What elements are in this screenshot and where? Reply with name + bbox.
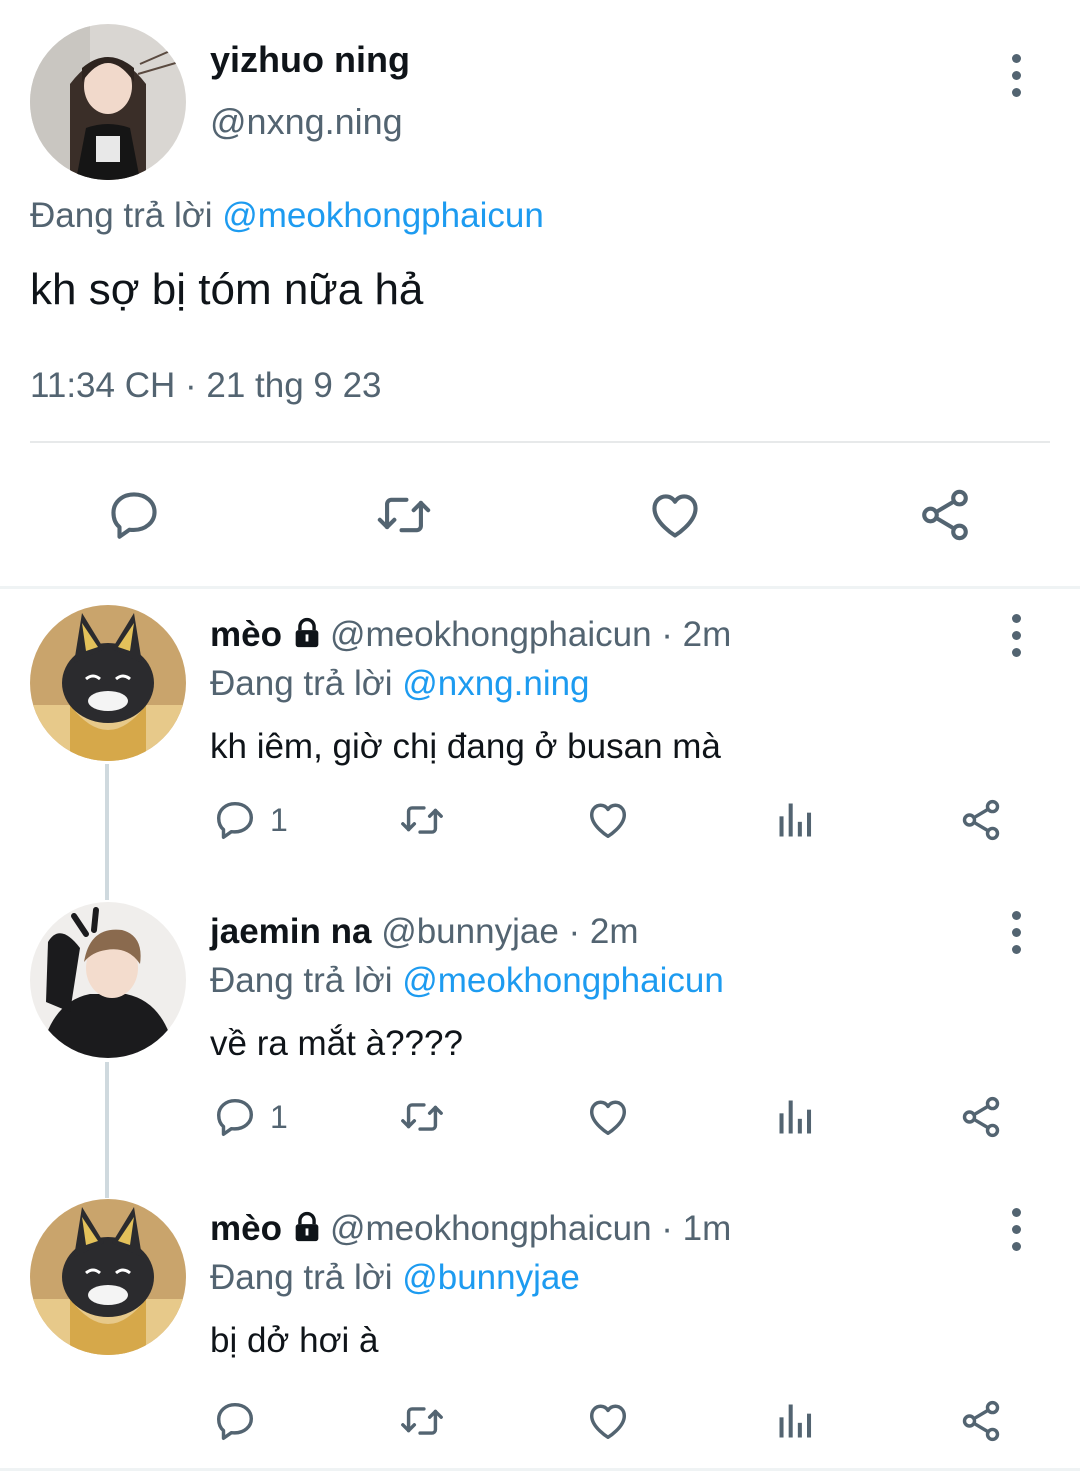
- reply-tweet[interactable]: mèo @meokhongphaicun · 1m Đang trả lời @b…: [0, 1199, 1080, 1464]
- share-button[interactable]: [958, 785, 1004, 855]
- views-button[interactable]: [774, 785, 818, 855]
- retweet-icon: [401, 806, 443, 834]
- views-button[interactable]: [774, 1386, 818, 1456]
- like-button[interactable]: [584, 1082, 632, 1152]
- share-button[interactable]: [958, 1082, 1004, 1152]
- analytics-icon: [779, 1100, 812, 1134]
- main-action-bar: [0, 470, 1080, 560]
- tweet-timestamp[interactable]: 11:34 CH · 21 thg 9 23: [30, 364, 382, 408]
- replying-prefix: Đang trả lời: [210, 1258, 393, 1297]
- more-options-icon[interactable]: [996, 1199, 1036, 1259]
- replying-to-line: Đang trả lời @meokhongphaicun: [210, 959, 724, 1003]
- avatar-meo[interactable]: [30, 605, 186, 761]
- divider: [30, 441, 1050, 443]
- avatar-jaemin-na[interactable]: [30, 902, 186, 1058]
- retweet-icon: [401, 1407, 443, 1435]
- replying-to-link[interactable]: @meokhongphaicun: [222, 196, 544, 235]
- lock-icon: [290, 1210, 324, 1255]
- reply-count: 1: [270, 801, 288, 838]
- share-button[interactable]: [958, 1386, 1004, 1456]
- tweet-text: kh sợ bị tóm nữa hả: [30, 265, 424, 314]
- section-separator: [0, 586, 1080, 589]
- main-tweet: yizhuo ning @nxng.ning Đang trả lời @meo…: [0, 0, 1080, 588]
- replying-prefix: Đang trả lời: [30, 196, 213, 235]
- retweet-button[interactable]: [396, 1082, 448, 1152]
- reply-time[interactable]: · 2m: [661, 615, 731, 654]
- analytics-icon: [779, 1404, 812, 1438]
- author-handle[interactable]: @nxng.ning: [210, 100, 403, 144]
- reply-header: jaemin na @bunnyjae · 2m: [210, 910, 639, 954]
- like-icon: [589, 803, 627, 839]
- author-name[interactable]: jaemin na: [210, 912, 371, 951]
- like-button[interactable]: [584, 785, 632, 855]
- like-icon: [652, 494, 698, 538]
- share-button[interactable]: [900, 470, 990, 560]
- author-handle[interactable]: @meokhongphaicun: [330, 615, 652, 654]
- reply-button[interactable]: [89, 470, 179, 560]
- reply-tweet[interactable]: mèo @meokhongphaicun · 2m Đang trả lời @n…: [0, 605, 1080, 865]
- share-icon: [962, 799, 1000, 841]
- author-handle[interactable]: @meokhongphaicun: [330, 1209, 652, 1248]
- replying-to-link[interactable]: @nxng.ning: [402, 664, 589, 703]
- reply-icon: [216, 801, 254, 839]
- reply-count: 1: [270, 1098, 288, 1135]
- replying-to-link[interactable]: @bunnyjae: [402, 1258, 580, 1297]
- like-icon: [589, 1404, 627, 1440]
- reply-time[interactable]: · 2m: [569, 912, 639, 951]
- reply-text: bị dở hơi à: [210, 1321, 379, 1360]
- author-name[interactable]: mèo: [210, 1209, 282, 1248]
- like-button[interactable]: [584, 1386, 632, 1456]
- avatar-yizhuo-ning[interactable]: [30, 24, 186, 180]
- reply-button[interactable]: [212, 1386, 270, 1456]
- replying-to-line: Đang trả lời @nxng.ning: [210, 662, 590, 706]
- reply-button[interactable]: 1: [212, 785, 288, 855]
- replying-to-line: Đang trả lời @bunnyjae: [210, 1256, 580, 1300]
- lock-icon: [290, 616, 324, 661]
- analytics-icon: [779, 803, 812, 837]
- retweet-icon: [401, 1103, 443, 1131]
- avatar-meo[interactable]: [30, 1199, 186, 1355]
- reply-icon: [216, 1402, 254, 1440]
- reply-time[interactable]: · 1m: [661, 1209, 731, 1248]
- more-options-icon[interactable]: [996, 605, 1036, 665]
- reply-text: về ra mắt à????: [210, 1024, 463, 1063]
- reply-tweet[interactable]: jaemin na @bunnyjae · 2m Đang trả lời @m…: [0, 902, 1080, 1162]
- replying-prefix: Đang trả lời: [210, 664, 393, 703]
- reply-header: mèo @meokhongphaicun · 2m: [210, 613, 731, 661]
- reply-text: kh iêm, giờ chị đang ở busan mà: [210, 727, 721, 766]
- author-handle[interactable]: @bunnyjae: [381, 912, 559, 951]
- like-icon: [589, 1100, 627, 1136]
- reply-icon: [216, 1098, 254, 1136]
- replying-to-link[interactable]: @meokhongphaicun: [402, 961, 724, 1000]
- like-button[interactable]: [630, 470, 720, 560]
- retweet-button[interactable]: [359, 470, 449, 560]
- share-icon: [922, 489, 968, 541]
- retweet-button[interactable]: [396, 1386, 448, 1456]
- retweet-button[interactable]: [396, 785, 448, 855]
- bottom-separator: [0, 1468, 1080, 1471]
- reply-header: mèo @meokhongphaicun · 1m: [210, 1207, 731, 1255]
- reply-action-bar: [0, 1386, 1080, 1456]
- author-name[interactable]: mèo: [210, 615, 282, 654]
- replying-to-line: Đang trả lời @meokhongphaicun: [30, 194, 544, 238]
- more-options-icon[interactable]: [996, 902, 1036, 962]
- replying-prefix: Đang trả lời: [210, 961, 393, 1000]
- views-button[interactable]: [774, 1082, 818, 1152]
- share-icon: [962, 1096, 1000, 1138]
- retweet-icon: [377, 497, 431, 533]
- more-options-icon[interactable]: [996, 45, 1036, 105]
- reply-icon: [111, 492, 157, 539]
- reply-action-bar: 1: [0, 785, 1080, 855]
- reply-button[interactable]: 1: [212, 1082, 288, 1152]
- share-icon: [962, 1400, 1000, 1442]
- reply-action-bar: 1: [0, 1082, 1080, 1152]
- author-name[interactable]: yizhuo ning: [210, 38, 410, 82]
